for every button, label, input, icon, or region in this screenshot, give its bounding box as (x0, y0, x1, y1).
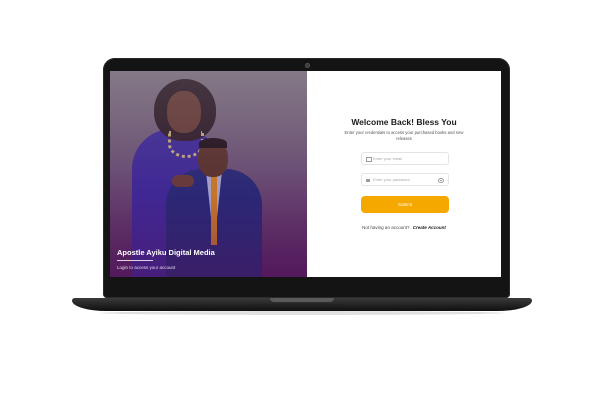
laptop-shadow (100, 311, 504, 315)
hero-divider (117, 260, 153, 261)
no-account-text: Not having an account? (362, 225, 410, 230)
email-input[interactable] (373, 153, 439, 164)
webcam-icon (305, 63, 310, 68)
submit-button[interactable]: Submit (361, 196, 449, 213)
create-account-link[interactable]: Create Account (413, 225, 446, 230)
login-title: Welcome Back! Bless You (351, 117, 457, 127)
eye-icon[interactable] (438, 178, 444, 183)
email-field[interactable] (361, 152, 449, 165)
password-input[interactable] (373, 174, 439, 185)
lock-icon (366, 179, 370, 182)
laptop-screen: Apostle Ayiku Digital Media Login to acc… (110, 71, 501, 277)
hero-title: Apostle Ayiku Digital Media (117, 248, 215, 257)
laptop-hinge-notch (270, 298, 334, 302)
hero-overlay (110, 71, 307, 277)
mail-icon (366, 157, 372, 162)
signup-row: Not having an account? Create Account (307, 225, 501, 230)
password-field[interactable] (361, 173, 449, 186)
hero-panel: Apostle Ayiku Digital Media Login to acc… (110, 71, 307, 277)
hero-subtitle: Login to access your account (117, 265, 176, 270)
login-description: Enter your credentials to access your pu… (344, 130, 464, 141)
